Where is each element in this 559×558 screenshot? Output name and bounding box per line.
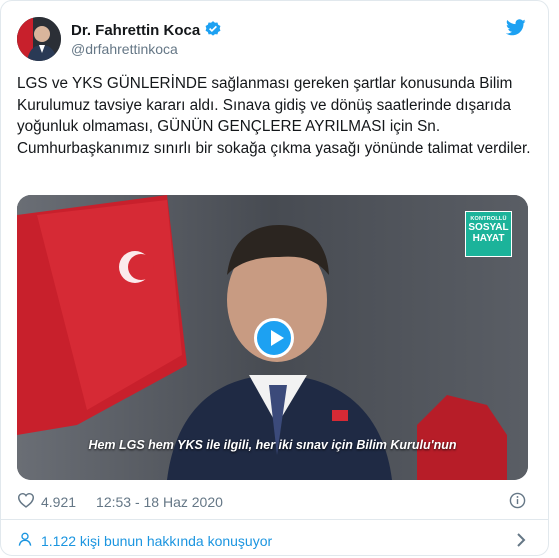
tweet-meta: 4.921 12:53 - 18 Haz 2020 <box>17 492 223 511</box>
kontrollu-sosyal-hayat-logo: KONTROLLÜ SOSYAL HAYAT <box>465 211 512 257</box>
avatar[interactable] <box>17 17 61 61</box>
tweet-timestamp[interactable]: 12:53 - 18 Haz 2020 <box>96 494 223 510</box>
info-icon[interactable] <box>509 492 526 514</box>
verified-icon <box>204 20 222 42</box>
twitter-bird-icon[interactable] <box>505 19 526 41</box>
conversation-link[interactable]: 1.122 kişi bunun hakkında konuşuyor <box>17 531 272 550</box>
chevron-right-icon[interactable] <box>516 532 526 553</box>
badge-line2: SOSYAL <box>468 222 509 233</box>
user-icon <box>17 531 33 550</box>
play-button[interactable] <box>254 318 294 358</box>
author-handle[interactable]: @drfahrettinkoca <box>71 41 178 57</box>
divider <box>1 519 548 520</box>
play-icon <box>271 330 284 346</box>
video-caption: Hem LGS hem YKS ile ilgili, her iki sına… <box>88 438 457 452</box>
badge-line3: HAYAT <box>472 233 505 244</box>
video-player[interactable]: KONTROLLÜ SOSYAL HAYAT Hem LGS hem YKS i… <box>17 195 528 480</box>
author-name-text[interactable]: Dr. Fahrettin Koca <box>71 22 200 39</box>
author-name[interactable]: Dr. Fahrettin Koca <box>71 20 222 42</box>
conversation-label[interactable]: 1.122 kişi bunun hakkında konuşuyor <box>41 533 272 549</box>
like-count[interactable]: 4.921 <box>41 494 76 510</box>
tweet-text: LGS ve YKS GÜNLERİNDE sağlanması gereken… <box>17 75 531 157</box>
tweet-card: Dr. Fahrettin Koca @drfahrettinkoca LGS … <box>0 0 549 556</box>
heart-icon[interactable] <box>17 492 35 511</box>
